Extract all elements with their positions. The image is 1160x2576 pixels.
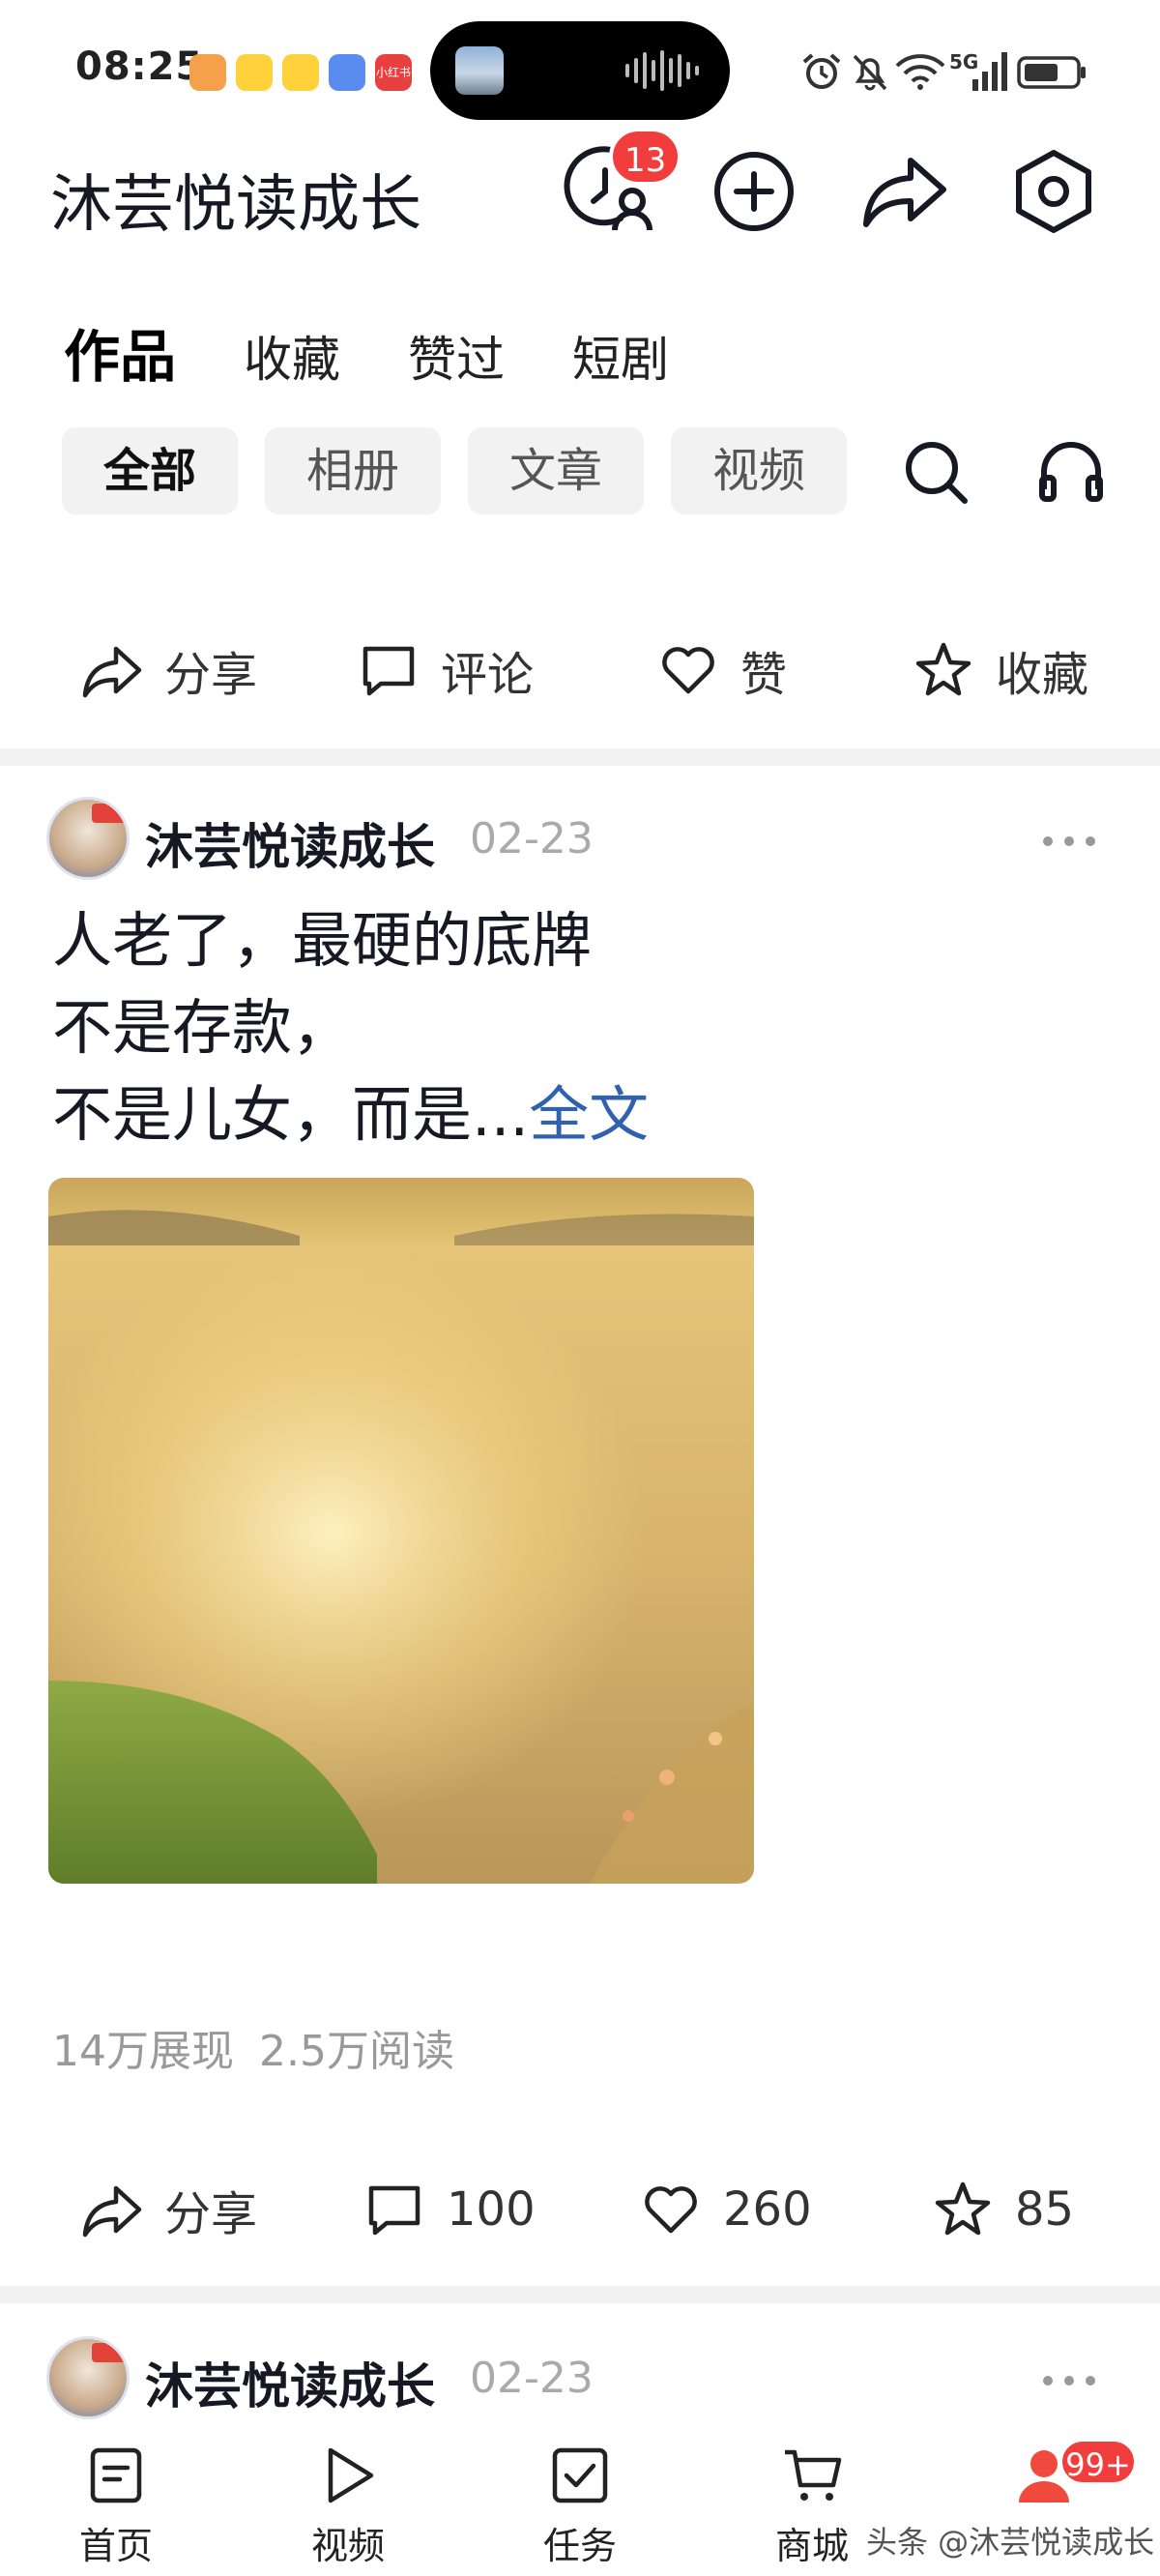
nav-video-label: 视频 <box>310 2525 385 2567</box>
sunset-lake-photo <box>48 1178 754 1884</box>
content-tabs: 作品 收藏 赞过 短剧 <box>64 311 737 393</box>
cart-icon <box>785 2449 842 2501</box>
comment-button[interactable]: 100 <box>363 2166 536 2253</box>
post-text-line: 不是儿女，而是... <box>52 1079 530 1150</box>
more-options-icon[interactable] <box>1040 832 1098 851</box>
share-icon <box>82 2185 142 2238</box>
post-text-line: 人老了，最硬的底牌 <box>52 905 593 976</box>
media-thumbnail <box>455 46 504 95</box>
post-date: 02-23 <box>470 2354 594 2403</box>
visitor-count-badge: 13 <box>609 128 682 186</box>
star-icon <box>935 2181 991 2236</box>
tab-favorites[interactable]: 收藏 <box>244 321 340 391</box>
section-divider <box>0 748 1160 766</box>
tab-liked[interactable]: 赞过 <box>408 321 505 391</box>
post-text-line: 不是存款， <box>52 992 353 1063</box>
nav-tasks-label: 任务 <box>542 2525 617 2567</box>
wifi-icon <box>895 54 945 90</box>
status-bar: 08:25 小红书 5G <box>0 0 1160 135</box>
nav-tasks[interactable]: 任务 <box>503 2427 657 2576</box>
post-image[interactable] <box>48 1178 754 1884</box>
favorite-label: 收藏 <box>996 648 1089 702</box>
reads-count: 2.5万阅读 <box>259 2027 454 2076</box>
share-icon[interactable] <box>858 145 951 238</box>
weibo-notification-icon <box>236 54 273 91</box>
post-text[interactable]: 人老了，最硬的底牌 不是存款， 不是儿女，而是...全文 <box>52 897 1116 1158</box>
share-button[interactable]: 分享 <box>81 627 257 714</box>
post-actions: 分享 100 260 85 <box>0 2166 1160 2253</box>
dynamic-island[interactable] <box>430 21 730 120</box>
post-author[interactable]: 沐芸悦读成长 <box>145 2348 435 2417</box>
post-date: 02-23 <box>470 814 594 864</box>
weibo-notification-icon <box>282 54 319 91</box>
star-icon <box>915 642 972 696</box>
profile-title: 沐芸悦读成长 <box>50 169 421 241</box>
like-count: 260 <box>723 2182 812 2237</box>
nav-home-label: 首页 <box>78 2525 153 2567</box>
avatar[interactable] <box>46 2336 130 2419</box>
nav-home[interactable]: 首页 <box>39 2427 193 2576</box>
task-check-icon <box>552 2447 608 2503</box>
headphones-icon[interactable] <box>1032 433 1110 511</box>
favorite-button[interactable]: 85 <box>932 2166 1074 2253</box>
impressions-count: 14万展现 <box>52 2027 234 2076</box>
favorite-count: 85 <box>1015 2182 1075 2237</box>
like-button[interactable]: 260 <box>640 2166 812 2253</box>
nav-video[interactable]: 视频 <box>271 2427 425 2576</box>
message-notification-icon <box>329 54 365 91</box>
audio-wave-icon <box>625 50 699 91</box>
status-time: 08:25 <box>75 44 204 89</box>
like-label: 赞 <box>740 648 788 702</box>
comment-icon <box>368 2185 420 2236</box>
share-button[interactable]: 分享 <box>81 2166 257 2253</box>
home-doc-icon <box>90 2447 142 2503</box>
signal-icon <box>972 52 1007 91</box>
favorite-button[interactable]: 收藏 <box>913 627 1088 714</box>
section-divider <box>0 2286 1160 2303</box>
settings-icon[interactable] <box>1007 145 1100 238</box>
post-author[interactable]: 沐芸悦读成长 <box>145 808 435 878</box>
heart-icon <box>662 647 714 694</box>
share-label: 分享 <box>164 648 258 702</box>
filter-video[interactable]: 视频 <box>671 427 847 514</box>
comment-button[interactable]: 评论 <box>358 627 534 714</box>
avatar[interactable] <box>46 797 130 880</box>
mute-bell-icon <box>853 54 887 91</box>
share-label: 分享 <box>164 2187 258 2241</box>
full-text-link[interactable]: 全文 <box>529 1079 649 1150</box>
post-stats: 14万展现 2.5万阅读 <box>52 2016 479 2078</box>
add-icon[interactable] <box>708 145 800 238</box>
search-icon[interactable] <box>897 433 974 511</box>
share-icon <box>82 646 142 698</box>
mine-notification-badge: 99+ <box>1059 2439 1137 2485</box>
filter-all[interactable]: 全部 <box>62 427 238 514</box>
like-button[interactable]: 赞 <box>657 627 787 714</box>
tab-short-drama[interactable]: 短剧 <box>572 321 669 391</box>
app-notification-icon <box>189 54 226 91</box>
battery-icon <box>1017 56 1086 89</box>
play-icon <box>328 2447 374 2503</box>
heart-icon <box>645 2186 697 2234</box>
more-options-icon[interactable] <box>1040 2371 1098 2390</box>
comment-icon <box>362 646 415 696</box>
watermark: 头条 @沐芸悦读成长 <box>866 2524 1155 2561</box>
comment-label: 评论 <box>441 648 535 702</box>
filter-article[interactable]: 文章 <box>468 427 644 514</box>
previous-post-actions: 分享 评论 赞 收藏 <box>0 627 1160 714</box>
xiaohongshu-notification-icon: 小红书 <box>375 54 412 91</box>
comment-count: 100 <box>447 2182 536 2237</box>
alarm-icon <box>802 53 841 89</box>
tab-works[interactable]: 作品 <box>64 311 176 393</box>
filter-album[interactable]: 相册 <box>265 427 441 514</box>
